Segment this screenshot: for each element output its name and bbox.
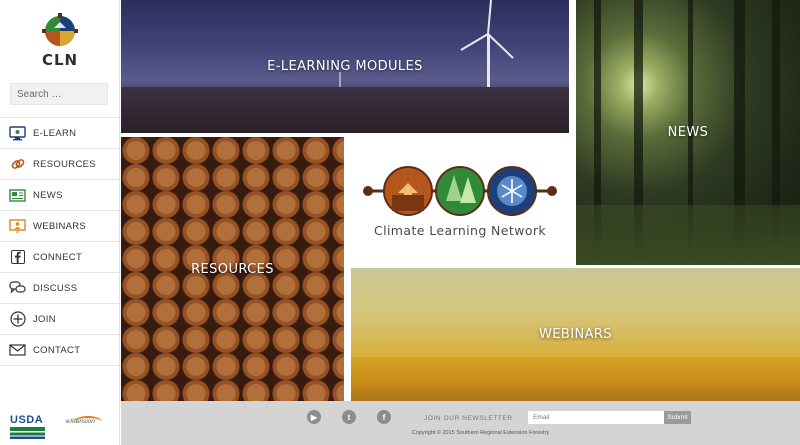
sidebar-item-connect[interactable]: CONNECT — [0, 242, 120, 273]
hill-silhouette — [121, 87, 569, 133]
cln-logo[interactable]: CLN — [36, 10, 84, 74]
tile-label: WEBINARS — [539, 327, 612, 342]
twitter-icon[interactable]: t — [342, 410, 356, 424]
plus-circle-icon — [9, 311, 26, 328]
sidebar-item-label: CONTACT — [33, 344, 81, 356]
network-name: Climate Learning Network — [373, 223, 547, 238]
sidebar: CLN E-LEARN RESOURCES NEWS WEBINARS — [0, 0, 120, 445]
usda-bars — [10, 427, 45, 439]
footer: ▶ t f JOIN OUR NEWSLETTER Submit Copyrig… — [121, 401, 800, 445]
envelope-icon — [9, 342, 26, 359]
sidebar-item-contact[interactable]: CONTACT — [0, 335, 120, 366]
sidebar-item-join[interactable]: JOIN — [0, 304, 120, 335]
sidebar-item-label: CONNECT — [33, 251, 83, 263]
cln-network-logo-icon — [363, 166, 557, 216]
tile-news[interactable]: NEWS — [576, 0, 800, 265]
sidebar-item-label: NEWS — [33, 189, 63, 201]
facebook-icon — [9, 249, 26, 266]
sidebar-item-webinars[interactable]: WEBINARS — [0, 211, 120, 242]
newspaper-icon — [9, 187, 26, 204]
monitor-icon — [9, 125, 26, 142]
usda-logo[interactable]: USDA — [10, 414, 45, 439]
wheat-field — [351, 357, 800, 401]
tile-climate-learning-network-logo[interactable]: Climate Learning Network — [348, 137, 572, 266]
sidebar-nav: E-LEARN RESOURCES NEWS WEBINARS CONNECT — [0, 117, 120, 366]
youtube-icon[interactable]: ▶ — [307, 410, 321, 424]
cln-globe-icon — [42, 13, 78, 46]
sidebar-item-e-learn[interactable]: E-LEARN — [0, 118, 120, 149]
submit-button[interactable]: Submit — [664, 411, 691, 424]
sidebar-item-resources[interactable]: RESOURCES — [0, 149, 120, 180]
tile-resources[interactable]: RESOURCES — [121, 137, 344, 401]
sidebar-item-label: WEBINARS — [33, 220, 87, 232]
usda-text: USDA — [10, 414, 44, 426]
newsletter-label: JOIN OUR NEWSLETTER — [424, 415, 513, 422]
tile-label: E-LEARNING MODULES — [267, 59, 423, 74]
logo-text: CLN — [41, 51, 79, 69]
sidebar-item-label: RESOURCES — [33, 158, 96, 170]
email-field[interactable] — [528, 411, 664, 424]
tile-label: RESOURCES — [191, 261, 274, 277]
sidebar-item-discuss[interactable]: DISCUSS — [0, 273, 120, 304]
tile-e-learning-modules[interactable]: E-LEARNING MODULES — [121, 0, 569, 133]
sidebar-item-label: E-LEARN — [33, 127, 77, 139]
tile-label: NEWS — [667, 125, 709, 140]
sidebar-item-label: JOIN — [33, 313, 56, 325]
chat-bubbles-icon — [9, 280, 26, 297]
search-input[interactable] — [10, 83, 108, 105]
extension-logo[interactable]: eXtension — [66, 418, 95, 425]
facebook-icon[interactable]: f — [377, 410, 391, 424]
presentation-icon — [9, 218, 26, 235]
copyright: Copyright © 2015 Southern Regional Exten… — [411, 430, 550, 436]
sidebar-item-news[interactable]: NEWS — [0, 180, 120, 211]
sidebar-item-label: DISCUSS — [33, 282, 78, 294]
link-icon — [9, 156, 26, 173]
tile-webinars[interactable]: WEBINARS — [351, 268, 800, 401]
forest-floor — [576, 205, 800, 265]
